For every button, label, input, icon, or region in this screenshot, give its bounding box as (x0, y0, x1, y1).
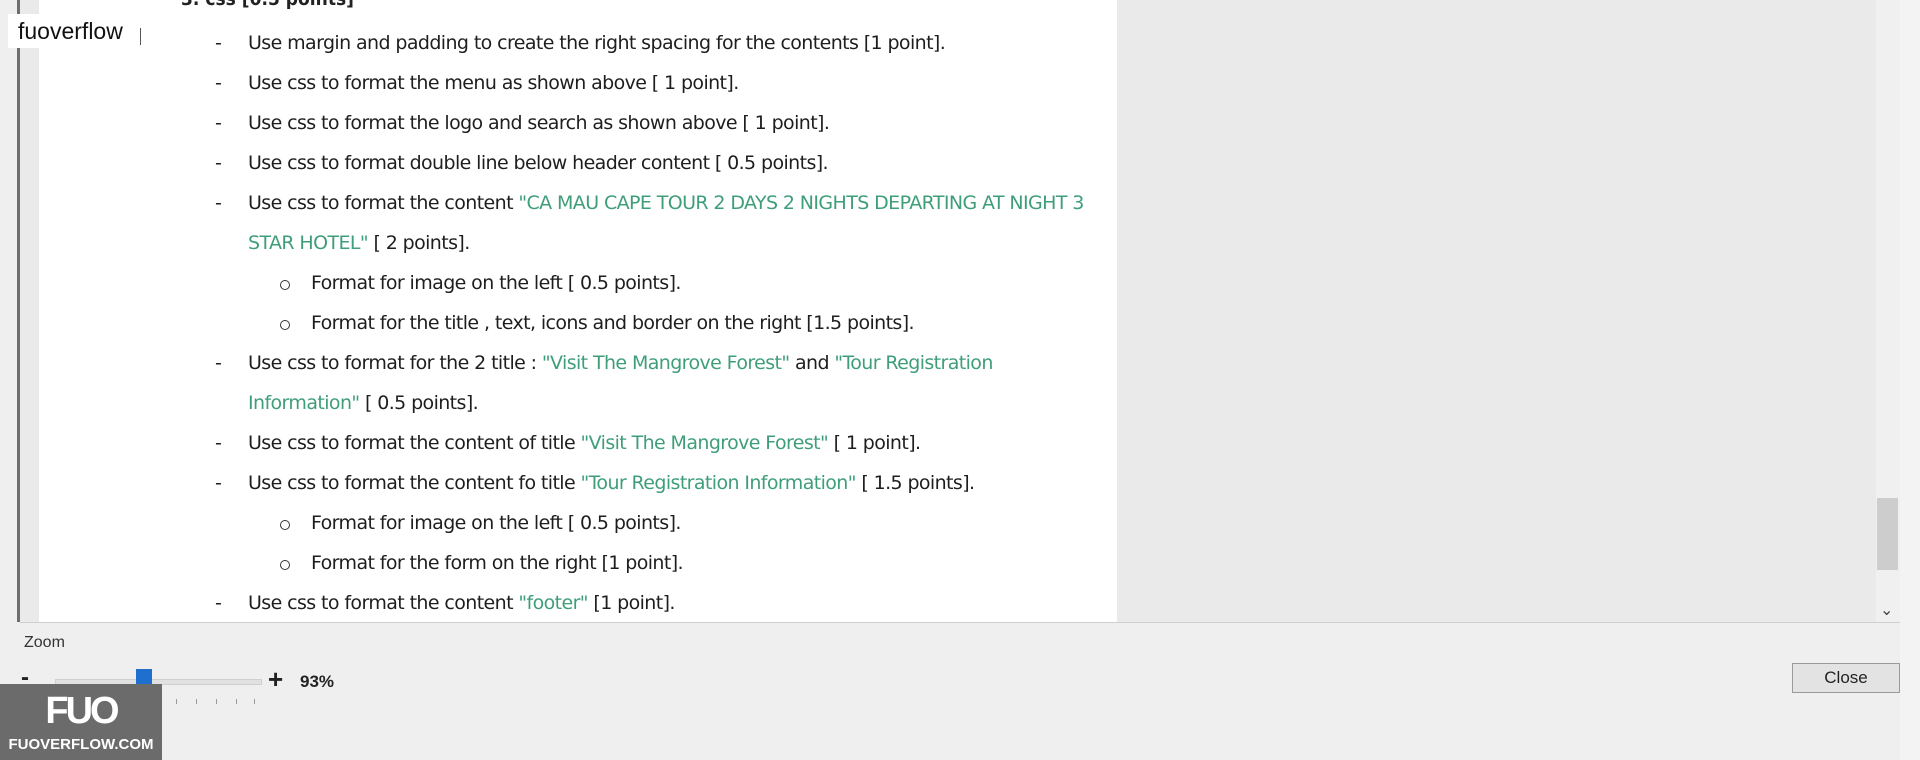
highlighted-text: "CA MAU CAPE TOUR 2 DAYS 2 NIGHTS DEPART… (518, 192, 1084, 214)
highlighted-text: "Visit The Mangrove Forest" (580, 432, 829, 454)
zoom-slider-tick (176, 699, 177, 704)
window-right-edge (1900, 0, 1920, 760)
plain-text: Format for image on the left [ 0.5 point… (311, 272, 681, 294)
list-item-text: Use css to format the menu as shown abov… (248, 72, 739, 94)
highlighted-text: STAR HOTEL" (248, 232, 369, 254)
logo-mark: FUO (45, 690, 119, 732)
plain-text: [ 1 point]. (828, 432, 921, 454)
highlighted-text: "Visit The Mangrove Forest" (541, 352, 790, 374)
list-item-text: Use css to format the content fo title "… (248, 472, 975, 494)
scroll-down-arrow-icon[interactable]: ⌄ (1880, 600, 1893, 620)
list-item-text: Format for image on the left [ 0.5 point… (311, 512, 681, 534)
plain-text: Format for the form on the right [1 poin… (311, 552, 684, 574)
text-caret (140, 28, 141, 45)
zoom-value: 93% (300, 672, 335, 691)
plain-text: Use css to format the content fo title (248, 472, 581, 494)
list-item-text: Format for the form on the right [1 poin… (311, 552, 684, 574)
plain-text: and (789, 352, 835, 374)
list-item-text: Use css to format the content "footer" [… (248, 592, 675, 614)
plain-text: Use css to format the logo and search as… (248, 112, 830, 134)
zoom-slider-tick (236, 699, 237, 704)
list-item-text: Information" [ 0.5 points]. (248, 392, 479, 414)
dash-bullet: - (215, 192, 222, 214)
plain-text: Use css to format for the 2 title : (248, 352, 542, 374)
plain-text: Format for image on the left [ 0.5 point… (311, 512, 681, 534)
document-viewport[interactable]: 3. css [0.5 points] - Use margin and padd… (20, 0, 1900, 623)
list-item-text: STAR HOTEL" [ 2 points]. (248, 232, 470, 254)
plain-text: [ 2 points]. (368, 232, 470, 254)
fuoverflow-logo: FUO FUOVERFLOW.COM (0, 684, 162, 760)
zoom-label: Zoom (24, 634, 65, 651)
section-heading: 3. css [0.5 points] (181, 0, 354, 10)
circle-bullet-icon (280, 320, 290, 330)
zoom-slider-tick (216, 699, 217, 704)
plain-text: [1 point]. (587, 592, 675, 614)
dash-bullet: - (215, 352, 222, 374)
highlighted-text: Information" (248, 392, 360, 414)
dash-bullet: - (215, 152, 222, 174)
document-page: 3. css [0.5 points] - Use margin and padd… (39, 0, 1117, 622)
dash-bullet: - (215, 432, 222, 454)
zoom-slider-tick (254, 699, 255, 704)
highlighted-text: "Tour Registration (834, 352, 993, 374)
zoom-slider-tick (196, 699, 197, 704)
dash-bullet: - (215, 32, 222, 54)
dash-bullet: - (215, 592, 222, 614)
highlighted-text: "Tour Registration Information" (580, 472, 857, 494)
list-item-text: Use css to format the content "CA MAU CA… (248, 192, 1084, 214)
circle-bullet-icon (280, 280, 290, 290)
list-item-text: Use css to format the logo and search as… (248, 112, 830, 134)
plain-text: Use css to format the menu as shown abov… (248, 72, 739, 94)
dash-bullet: - (215, 112, 222, 134)
list-item-text: Use css to format for the 2 title : "Vis… (248, 352, 993, 374)
dash-bullet: - (215, 472, 222, 494)
watermark-label: fuoverflow (8, 14, 134, 48)
highlighted-text: "footer" (518, 592, 588, 614)
circle-bullet-icon (280, 520, 290, 530)
list-item-text: Use css to format double line below head… (248, 152, 829, 174)
plain-text: Use css to format the content (248, 192, 519, 214)
plain-text: Use margin and padding to create the rig… (248, 32, 946, 54)
vertical-scrollbar-thumb[interactable] (1877, 498, 1898, 570)
plain-text: Use css to format the content of title (248, 432, 581, 454)
plain-text: Format for the title , text, icons and b… (311, 312, 915, 334)
circle-bullet-icon (280, 560, 290, 570)
plain-text: Use css to format the content (248, 592, 519, 614)
list-item-text: Use margin and padding to create the rig… (248, 32, 946, 54)
dash-bullet: - (215, 72, 222, 94)
plain-text: [ 1.5 points]. (855, 472, 975, 494)
list-item-text: Format for image on the left [ 0.5 point… (311, 272, 681, 294)
list-item-text: Format for the title , text, icons and b… (311, 312, 915, 334)
list-item-text: Use css to format the content of title "… (248, 432, 921, 454)
plain-text: [ 0.5 points]. (359, 392, 479, 414)
plain-text: Use css to format double line below head… (248, 152, 829, 174)
logo-text: FUOVERFLOW.COM (8, 736, 154, 753)
close-button[interactable]: Close (1792, 663, 1900, 693)
zoom-in-button[interactable]: + (268, 664, 283, 695)
